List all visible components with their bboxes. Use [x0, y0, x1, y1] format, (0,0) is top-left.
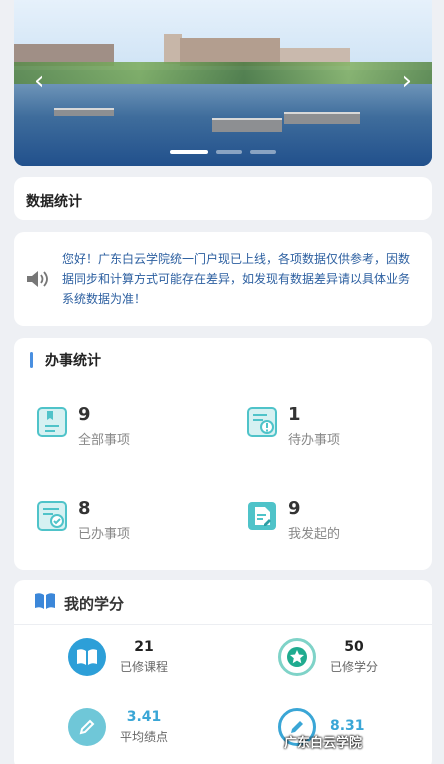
divider [14, 624, 432, 625]
affair-pending[interactable]: 1 待办事项 [246, 404, 340, 448]
affair-pending-label: 待办事项 [288, 433, 341, 448]
credits-card: 我的学分 21 已修课程 50 已修学分 3.41 平均绩点 8.31 [14, 580, 432, 764]
document-all-icon [36, 406, 68, 438]
credit-points[interactable]: 50 已修学分 [278, 638, 378, 676]
credit-courses-value: 21 [134, 639, 154, 655]
watermark: 广东白云学院 [284, 736, 363, 751]
carousel-indicators [14, 150, 432, 154]
credit-gpa[interactable]: 3.41 平均绩点 [68, 708, 168, 746]
banner-stepping-stone [54, 108, 114, 116]
document-done-icon [36, 500, 68, 532]
affair-done[interactable]: 8 已办事项 [36, 498, 130, 542]
banner-trees [14, 62, 432, 84]
credit-gpa-value: 3.41 [126, 709, 162, 725]
credit-courses-label: 已修课程 [120, 660, 169, 674]
affair-initiated[interactable]: 9 我发起的 [246, 498, 340, 542]
banner-carousel[interactable]: ‹ › [14, 0, 432, 166]
credit-points-label: 已修学分 [330, 660, 379, 674]
affair-done-count: 8 [78, 498, 91, 519]
affairs-header: 办事统计 [30, 350, 101, 370]
carousel-dot[interactable] [170, 150, 208, 154]
credit-courses[interactable]: 21 已修课程 [68, 638, 168, 676]
banner-stepping-stone [284, 112, 360, 124]
affairs-title: 办事统计 [45, 353, 101, 369]
affair-all-count: 9 [78, 404, 91, 425]
credits-header: 我的学分 [34, 592, 124, 614]
carousel-dot[interactable] [216, 150, 242, 154]
star-icon [278, 638, 316, 676]
chevron-left-icon[interactable]: ‹ [34, 68, 44, 94]
notice-card: 您好！广东白云学院统一门户现已上线，各项数据仅供参考，因数据同步和计算方式可能存… [14, 232, 432, 326]
credit-points-value: 50 [344, 639, 364, 655]
section-accent-bar [30, 352, 33, 368]
chevron-right-icon[interactable]: › [402, 68, 412, 94]
document-pending-icon [246, 406, 278, 438]
pencil-icon [68, 708, 106, 746]
affair-initiated-count: 9 [288, 498, 301, 519]
book-icon [68, 638, 106, 676]
speaker-icon [14, 268, 62, 290]
credits-title: 我的学分 [64, 594, 125, 613]
affair-done-label: 已办事项 [78, 527, 131, 542]
affair-all-label: 全部事项 [78, 433, 131, 448]
book-icon [34, 592, 56, 614]
credit-gpa-label: 平均绩点 [120, 730, 169, 744]
carousel-dot[interactable] [250, 150, 276, 154]
banner-stepping-stone [212, 118, 282, 132]
affair-initiated-label: 我发起的 [288, 527, 341, 542]
notice-text: 您好！广东白云学院统一门户现已上线，各项数据仅供参考，因数据同步和计算方式可能存… [62, 252, 411, 306]
affair-all[interactable]: 9 全部事项 [36, 404, 130, 448]
affair-pending-count: 1 [288, 404, 301, 425]
affairs-card: 办事统计 9 全部事项 1 待办事项 8 已办事项 9 我发起的 [14, 338, 432, 570]
stats-section-title: 数据统计 [14, 177, 432, 220]
document-initiated-icon [246, 500, 278, 532]
